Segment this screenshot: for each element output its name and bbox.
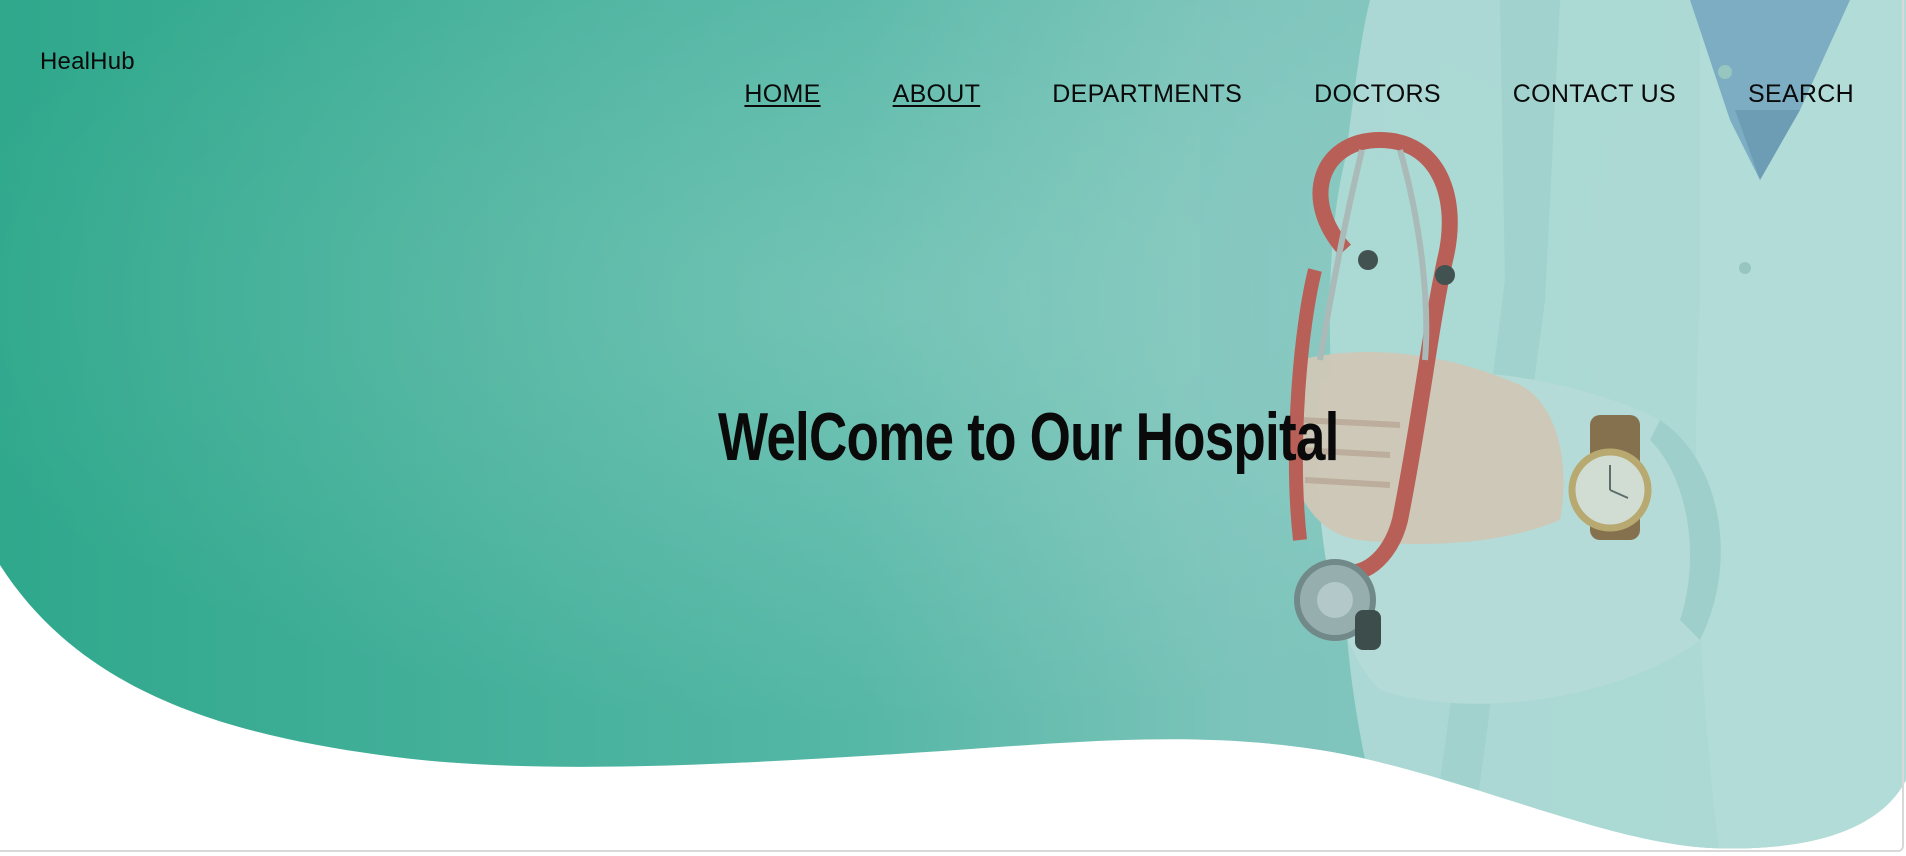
page: HealHub HOME ABOUT DEPARTMENTS DOCTORS C… [0,0,1906,856]
nav-search[interactable]: SEARCH [1748,80,1854,109]
main-nav: HOME ABOUT DEPARTMENTS DOCTORS CONTACT U… [744,80,1854,109]
nav-departments[interactable]: DEPARTMENTS [1052,80,1242,109]
hero-headline: WelCome to Our Hospital [718,398,1339,475]
nav-about[interactable]: ABOUT [893,80,981,109]
nav-home[interactable]: HOME [744,80,820,109]
nav-contact-us[interactable]: CONTACT US [1513,80,1676,109]
brand-logo[interactable]: HealHub [40,48,135,76]
nav-doctors[interactable]: DOCTORS [1314,80,1441,109]
